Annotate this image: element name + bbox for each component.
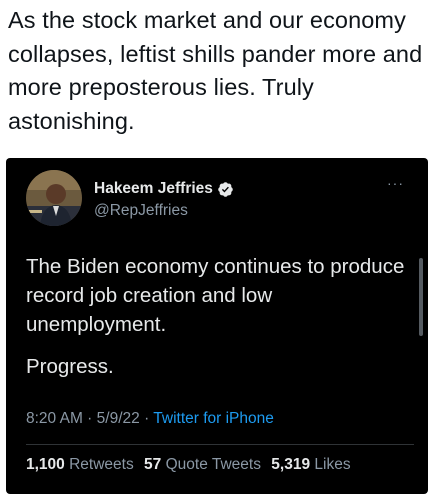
tweet-date[interactable]: 5/9/22 — [97, 410, 140, 427]
tweet-card[interactable]: Hakeem Jeffries @RepJeffries ··· The Bid… — [6, 158, 428, 494]
verified-badge-icon — [218, 181, 233, 197]
likes-label: Likes — [314, 456, 351, 473]
quote-tweets-label: Quote Tweets — [165, 456, 261, 473]
scrollbar[interactable] — [419, 258, 423, 336]
tweet-text-line: Progress. — [26, 355, 114, 378]
author-name-row[interactable]: Hakeem Jeffries — [94, 180, 234, 198]
quote-tweets-count: 57 — [144, 456, 162, 473]
author-handle[interactable]: @RepJeffries — [94, 202, 188, 220]
retweets-count: 1,100 — [26, 456, 65, 473]
meta-separator: · — [82, 410, 97, 427]
author-name[interactable]: Hakeem Jeffries — [94, 180, 213, 198]
likes-count: 5,319 — [271, 456, 311, 473]
meta-separator: · — [139, 410, 154, 427]
tweet-meta: 8:20 AM · 5/9/22 · Twitter for iPhone — [26, 410, 274, 428]
tweet-text-line: The Biden economy continues to produce r… — [26, 255, 405, 336]
retweets-stat[interactable]: 1,100 Retweets — [26, 456, 134, 473]
avatar[interactable] — [26, 170, 82, 226]
more-options-icon[interactable]: ··· — [387, 176, 404, 190]
tweet-stats: 1,100 Retweets 57 Quote Tweets 5,319 Lik… — [26, 456, 357, 474]
tweet-text: The Biden economy continues to produce r… — [26, 252, 411, 381]
post-caption: As the stock market and our economy coll… — [8, 7, 423, 134]
likes-stat[interactable]: 5,319 Likes — [271, 456, 350, 473]
tweet-time[interactable]: 8:20 AM — [26, 410, 83, 427]
quote-tweets-stat[interactable]: 57 Quote Tweets — [144, 456, 261, 473]
tweet-source-link[interactable]: Twitter for iPhone — [153, 410, 274, 427]
divider — [26, 444, 414, 445]
retweets-label: Retweets — [69, 456, 134, 473]
